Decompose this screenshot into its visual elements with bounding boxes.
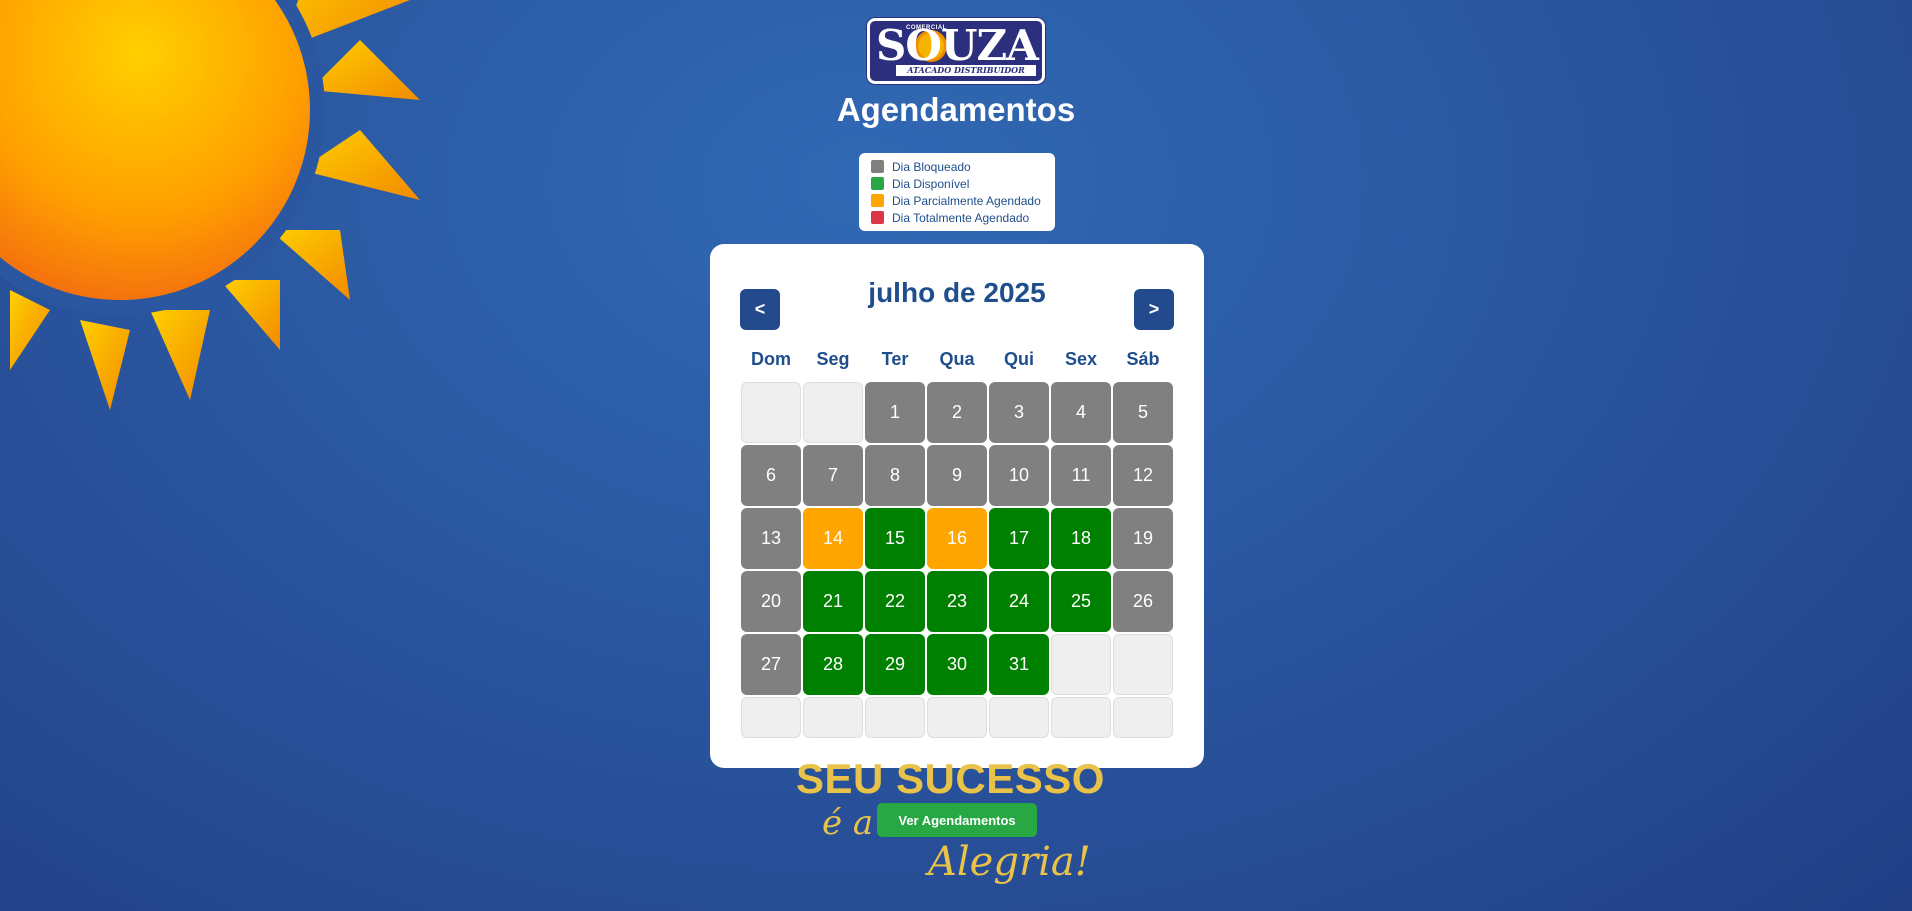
- calendar-day-18[interactable]: 18: [1051, 508, 1111, 569]
- calendar-day-8[interactable]: 8: [865, 445, 925, 506]
- calendar-day-24[interactable]: 24: [989, 571, 1049, 632]
- slogan-line3: Alegria!: [928, 839, 1091, 885]
- calendar-day-3[interactable]: 3: [989, 382, 1049, 443]
- legend: Dia Bloqueado Dia Disponível Dia Parcialme…: [859, 153, 1055, 231]
- brand-logo: COMERCIAL SOUZA ATACADO DISTRIBUIDOR: [867, 18, 1045, 84]
- calendar-empty-cell: [1051, 697, 1111, 738]
- calendar-day-26[interactable]: 26: [1113, 571, 1173, 632]
- legend-swatch: [871, 177, 884, 190]
- legend-label: Dia Bloqueado: [892, 159, 971, 174]
- calendar-day-15[interactable]: 15: [865, 508, 925, 569]
- legend-item: Dia Totalmente Agendado: [871, 209, 1043, 226]
- calendar-day-27[interactable]: 27: [741, 634, 801, 695]
- calendar-day-30[interactable]: 30: [927, 634, 987, 695]
- weekday-label: Qua: [939, 349, 975, 369]
- calendar-day-4[interactable]: 4: [1051, 382, 1111, 443]
- calendar-grid: 1 2 3 4 5 6 7 8 9 10 11 12 13 14 15 16 17 18 19 20 21 22 23 24 2…: [740, 381, 1174, 759]
- calendar-day-17[interactable]: 17: [989, 508, 1049, 569]
- calendar-day-5[interactable]: 5: [1113, 382, 1173, 443]
- calendar-day-6[interactable]: 6: [741, 445, 801, 506]
- calendar-empty-cell: [989, 697, 1049, 738]
- calendar-day-9[interactable]: 9: [927, 445, 987, 506]
- calendar-day-25[interactable]: 25: [1051, 571, 1111, 632]
- calendar-empty-cell: [741, 382, 801, 443]
- weekday-label: Ter: [881, 349, 909, 369]
- weekday-label: Sex: [1064, 349, 1098, 369]
- logo-tagline: ATACADO DISTRIBUIDOR: [896, 65, 1036, 76]
- calendar-empty-cell: [1113, 634, 1173, 695]
- calendar-day-11[interactable]: 11: [1051, 445, 1111, 506]
- calendar-day-7[interactable]: 7: [803, 445, 863, 506]
- calendar-day-13[interactable]: 13: [741, 508, 801, 569]
- calendar-day-14[interactable]: 14: [803, 508, 863, 569]
- calendar-day-21[interactable]: 21: [803, 571, 863, 632]
- next-month-button[interactable]: >: [1134, 289, 1174, 330]
- weekday-label: Sáb: [1126, 349, 1160, 369]
- calendar-day-10[interactable]: 10: [989, 445, 1049, 506]
- legend-swatch: [871, 160, 884, 173]
- calendar-empty-cell: [1051, 634, 1111, 695]
- weekday-label: Qui: [1004, 349, 1034, 369]
- legend-item: Dia Bloqueado: [871, 158, 1043, 175]
- calendar-empty-cell: [803, 697, 863, 738]
- calendar-card: < julho de 2025 > Dom Seg Ter Qua Qui Sex Sáb …: [710, 244, 1204, 768]
- calendar-empty-cell: [1113, 697, 1173, 738]
- legend-item: Dia Parcialmente Agendado: [871, 192, 1043, 209]
- weekday-header: Dom Seg Ter Qua Qui Sex Sáb: [740, 349, 1174, 370]
- logo-brand-text: SOUZA: [876, 21, 1039, 70]
- calendar-empty-cell: [803, 382, 863, 443]
- calendar-empty-cell: [865, 697, 925, 738]
- slogan-line2: é a: [822, 803, 874, 843]
- legend-label: Dia Parcialmente Agendado: [892, 193, 1041, 208]
- weekday-label: Seg: [816, 349, 850, 369]
- calendar-day-29[interactable]: 29: [865, 634, 925, 695]
- slogan-line1: SEU SUCESSO: [796, 755, 1105, 802]
- weekday-label: Dom: [751, 349, 791, 369]
- legend-item: Dia Disponível: [871, 175, 1043, 192]
- legend-label: Dia Totalmente Agendado: [892, 210, 1030, 225]
- calendar-day-22[interactable]: 22: [865, 571, 925, 632]
- calendar-day-19[interactable]: 19: [1113, 508, 1173, 569]
- calendar-empty-cell: [741, 697, 801, 738]
- legend-label: Dia Disponível: [892, 176, 970, 191]
- legend-swatch: [871, 194, 884, 207]
- calendar-day-20[interactable]: 20: [741, 571, 801, 632]
- calendar-day-12[interactable]: 12: [1113, 445, 1173, 506]
- calendar-day-2[interactable]: 2: [927, 382, 987, 443]
- calendar-empty-cell: [927, 697, 987, 738]
- view-appointments-button[interactable]: Ver Agendamentos: [877, 803, 1037, 837]
- page-title: Agendamentos: [836, 91, 1076, 128]
- calendar-day-23[interactable]: 23: [927, 571, 987, 632]
- calendar-day-31[interactable]: 31: [989, 634, 1049, 695]
- calendar-day-16[interactable]: 16: [927, 508, 987, 569]
- calendar-day-1[interactable]: 1: [865, 382, 925, 443]
- calendar-day-28[interactable]: 28: [803, 634, 863, 695]
- legend-swatch: [871, 211, 884, 224]
- month-label: julho de 2025: [868, 277, 1046, 308]
- sun-illustration: [0, 0, 420, 410]
